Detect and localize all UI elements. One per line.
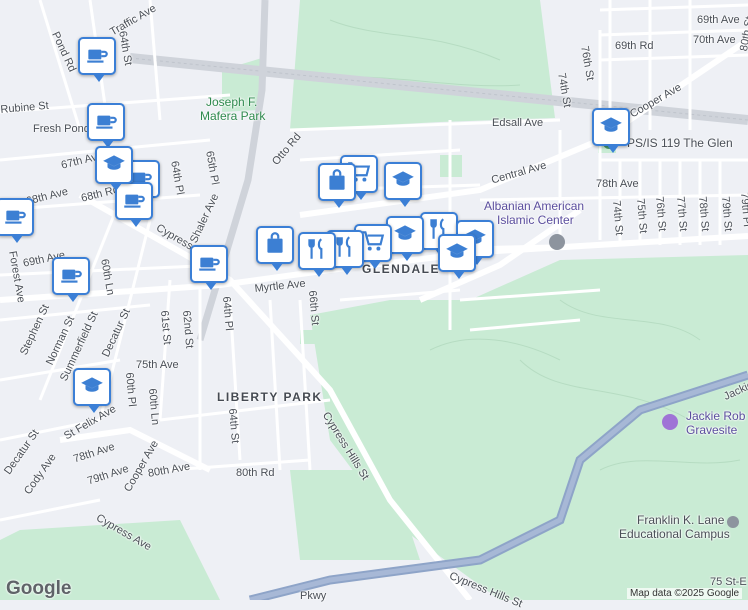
coffee-marker[interactable]	[52, 257, 90, 302]
coffee-marker[interactable]	[190, 245, 228, 290]
map-copyright: Map data ©2025 Google	[627, 588, 743, 599]
coffee-icon	[2, 202, 28, 233]
shopping-bag-icon	[324, 167, 350, 198]
school-icon	[598, 112, 624, 143]
school-marker[interactable]	[384, 162, 422, 207]
restaurant-icon	[304, 236, 330, 267]
street-pkwy: Pkwy	[300, 590, 327, 602]
street-edsall-ave: Edsall Ave	[492, 117, 544, 129]
coffee-marker[interactable]	[87, 103, 125, 148]
school-icon	[390, 166, 416, 197]
coffee-icon	[121, 186, 147, 217]
street-78th-ave-right: 78th Ave	[596, 178, 639, 190]
coffee-icon	[58, 261, 84, 292]
school-marker[interactable]	[438, 234, 476, 279]
park-label-line2: Mafera Park	[200, 109, 266, 123]
poi-label-albanian-1[interactable]: Albanian American	[484, 200, 584, 212]
school-marker[interactable]	[73, 368, 111, 413]
street-80th-rd: 80th Rd	[236, 467, 275, 479]
restaurant-marker[interactable]	[298, 232, 336, 277]
park-label-line1: Joseph F.	[206, 95, 258, 109]
coffee-icon	[84, 41, 110, 72]
map-canvas[interactable]	[0, 0, 748, 600]
school-label-flane-2[interactable]: Educational Campus	[619, 528, 730, 540]
school-icon	[101, 150, 127, 181]
school-icon	[79, 372, 105, 403]
street-75-st-e: 75 St-E	[710, 576, 747, 588]
coffee-marker[interactable]	[0, 198, 34, 243]
poi-label-albanian-2[interactable]: Islamic Center	[497, 214, 574, 226]
coffee-icon	[93, 107, 119, 138]
shopping-bag-icon	[262, 230, 288, 261]
street-69th-rd: 69th Rd	[615, 40, 654, 52]
area-label-liberty-park: LIBERTY PARK	[217, 390, 323, 404]
shopping-bag-marker[interactable]	[318, 163, 356, 208]
coffee-icon	[196, 249, 222, 280]
school-icon	[392, 220, 418, 251]
street-70th-ave: 70th Ave	[693, 34, 736, 46]
poi-label-jackie-1[interactable]: Jackie Rob	[686, 410, 745, 422]
school-marker[interactable]	[95, 146, 133, 191]
school-label-ps119[interactable]: PS/IS 119 The Glen	[627, 137, 733, 149]
school-label-flane-1[interactable]: Franklin K. Lane	[637, 514, 724, 526]
street-75th-ave: 75th Ave	[136, 359, 179, 371]
coffee-marker[interactable]	[78, 37, 116, 82]
school-marker[interactable]	[592, 108, 630, 153]
street-69th-ave-top: 69th Ave	[697, 14, 740, 26]
cemetery-top	[290, 0, 555, 130]
street-fresh-pond: Fresh Pond	[33, 123, 90, 135]
poi-label-jackie-2[interactable]: Gravesite	[686, 424, 737, 436]
school-icon	[444, 238, 470, 269]
google-logo: Google	[6, 578, 72, 599]
shopping-bag-marker[interactable]	[256, 226, 294, 271]
